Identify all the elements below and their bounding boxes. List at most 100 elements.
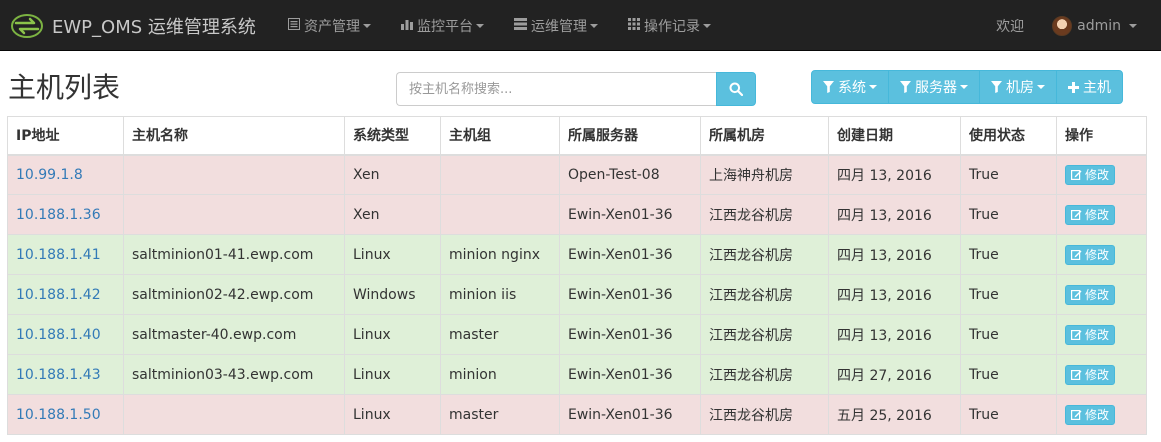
column-header-server[interactable]: 所属服务器 (559, 116, 701, 156)
list-alt-icon (288, 18, 300, 33)
table-row: 10.188.1.36 Xen Ewin-Xen01-36 江西龙谷机房 四月 13, … (7, 194, 1147, 235)
column-header-group[interactable]: 主机组 (440, 116, 560, 156)
room-cell: 江西龙谷机房 (700, 234, 829, 275)
caret-down-icon (590, 23, 598, 28)
hostname-cell: saltmaster-40.ewp.com (123, 314, 345, 355)
room-cell: 江西龙谷机房 (700, 274, 829, 315)
filter-icon (823, 81, 834, 93)
edit-label: 修改 (1085, 328, 1110, 342)
filter-room-button[interactable]: 机房 (979, 70, 1057, 104)
action-cell: 修改 (1056, 354, 1147, 395)
ip-cell[interactable]: 10.188.1.41 (7, 234, 124, 275)
filter-icon (900, 81, 911, 93)
edit-icon (1071, 289, 1082, 300)
welcome-link[interactable]: 欢迎 (986, 0, 1042, 51)
ip-cell[interactable]: 10.188.1.43 (7, 354, 124, 395)
table-row: 10.188.1.50 Linux master Ewin-Xen01-36 江西龙谷机… (7, 394, 1147, 435)
action-cell: 修改 (1056, 154, 1147, 195)
room-cell: 江西龙谷机房 (700, 314, 829, 355)
brand[interactable]: EWP_OMS 运维管理系统 (10, 0, 256, 51)
column-header-date[interactable]: 创建日期 (828, 116, 961, 156)
nav-menu-label: 监控平台 (417, 18, 473, 35)
ip-cell[interactable]: 10.188.1.42 (7, 274, 124, 315)
column-header-hostname[interactable]: 主机名称 (123, 116, 345, 156)
edit-button[interactable]: 修改 (1065, 164, 1116, 185)
os-cell: Linux (344, 354, 441, 395)
caret-down-icon (1037, 85, 1045, 89)
date-cell: 四月 13, 2016 (828, 234, 961, 275)
room-cell: 江西龙谷机房 (700, 394, 829, 435)
nav-menu-ops[interactable]: 运维管理 (504, 0, 608, 51)
column-header-action: 操作 (1056, 116, 1147, 156)
nav-menu-label: 操作记录 (644, 18, 700, 35)
room-cell: 上海神舟机房 (700, 154, 829, 195)
action-cell: 修改 (1056, 314, 1147, 355)
ip-cell[interactable]: 10.188.1.50 (7, 394, 124, 435)
edit-button[interactable]: 修改 (1065, 204, 1116, 225)
table-header-row: IP地址 主机名称 系统类型 主机组 所属服务器 所属机房 创建日期 使用状态 … (7, 116, 1147, 156)
filter-icon (991, 81, 1002, 93)
server-cell: Open-Test-08 (559, 154, 701, 195)
date-cell: 四月 13, 2016 (828, 274, 961, 315)
date-cell: 四月 13, 2016 (828, 314, 961, 355)
column-header-status[interactable]: 使用状态 (960, 116, 1057, 156)
nav-menu-assets[interactable]: 资产管理 (278, 0, 381, 51)
edit-button[interactable]: 修改 (1065, 284, 1116, 305)
edit-label: 修改 (1085, 248, 1110, 262)
os-cell: Linux (344, 234, 441, 275)
filter-label: 机房 (1006, 80, 1034, 96)
nav-menu-label: 资产管理 (304, 18, 360, 35)
edit-label: 修改 (1085, 208, 1110, 222)
edit-button[interactable]: 修改 (1065, 364, 1116, 385)
welcome-label: 欢迎 (996, 18, 1025, 35)
column-header-ip[interactable]: IP地址 (7, 116, 124, 156)
edit-button[interactable]: 修改 (1065, 244, 1116, 265)
user-menu[interactable]: admin (1042, 0, 1147, 51)
tasks-icon (514, 18, 527, 33)
ip-cell[interactable]: 10.188.1.40 (7, 314, 124, 355)
table-row: 10.188.1.41 saltminion01-41.ewp.com Linux m… (7, 234, 1147, 275)
ip-cell[interactable]: 10.99.1.8 (7, 154, 124, 195)
filter-server-button[interactable]: 服务器 (888, 70, 980, 104)
hostname-cell (123, 394, 345, 435)
column-header-os[interactable]: 系统类型 (344, 116, 441, 156)
nav-menu-monitor[interactable]: 监控平台 (391, 0, 494, 51)
host-table: IP地址 主机名称 系统类型 主机组 所属服务器 所属机房 创建日期 使用状态 … (7, 116, 1147, 435)
column-header-room[interactable]: 所属机房 (700, 116, 829, 156)
filter-button-group: 系统 服务器 机房 主机 (811, 70, 1123, 104)
server-cell: Ewin-Xen01-36 (559, 234, 701, 275)
search-group (396, 72, 756, 106)
filter-label: 服务器 (915, 80, 957, 96)
edit-label: 修改 (1085, 288, 1110, 302)
group-cell: minion iis (440, 274, 560, 315)
caret-down-icon (476, 23, 484, 28)
os-cell: Xen (344, 154, 441, 195)
edit-icon (1071, 249, 1082, 260)
status-cell: True (960, 354, 1057, 395)
os-cell: Windows (344, 274, 441, 315)
search-input[interactable] (396, 72, 716, 106)
table-row: 10.188.1.40 saltmaster-40.ewp.com Linux mas… (7, 314, 1147, 355)
user-nav: 欢迎 admin (986, 0, 1147, 51)
date-cell: 四月 13, 2016 (828, 194, 961, 235)
ip-cell[interactable]: 10.188.1.36 (7, 194, 124, 235)
caret-down-icon (869, 85, 877, 89)
edit-button[interactable]: 修改 (1065, 404, 1116, 425)
add-host-button[interactable]: 主机 (1056, 70, 1123, 104)
main-nav: 资产管理 监控平台 运维管理 操作记录 (278, 0, 721, 51)
table-row: 10.188.1.43 saltminion03-43.ewp.com Linux m… (7, 354, 1147, 395)
action-cell: 修改 (1056, 274, 1147, 315)
caret-down-icon (1129, 23, 1137, 28)
group-cell (440, 154, 560, 195)
nav-menu-logs[interactable]: 操作记录 (618, 0, 721, 51)
edit-label: 修改 (1085, 408, 1110, 422)
action-cell: 修改 (1056, 234, 1147, 275)
status-cell: True (960, 194, 1057, 235)
search-button[interactable] (716, 72, 756, 106)
server-cell: Ewin-Xen01-36 (559, 394, 701, 435)
edit-button[interactable]: 修改 (1065, 324, 1116, 345)
hostname-cell (123, 154, 345, 195)
caret-down-icon (703, 23, 711, 28)
filter-os-button[interactable]: 系统 (811, 70, 889, 104)
date-cell: 四月 13, 2016 (828, 154, 961, 195)
